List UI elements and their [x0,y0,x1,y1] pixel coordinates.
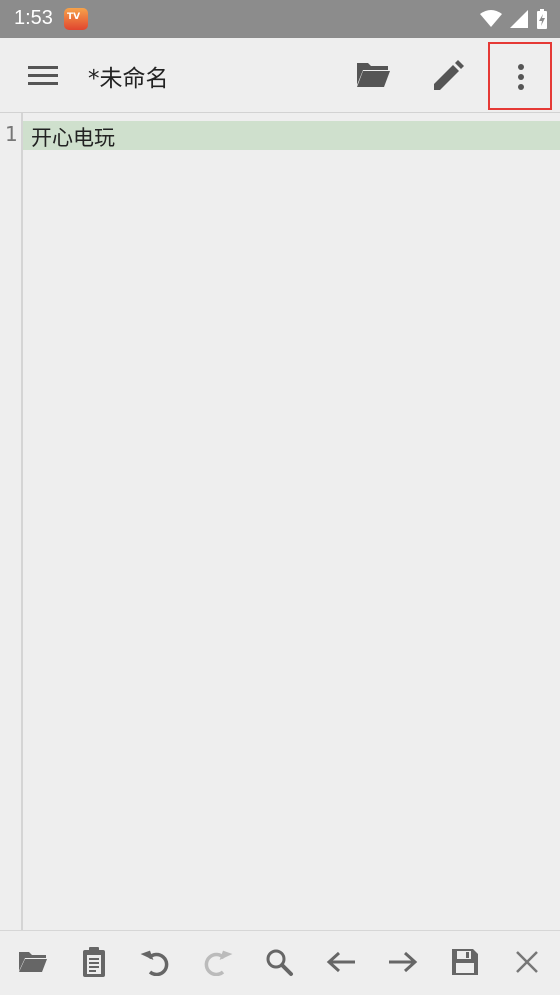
menu-icon [28,66,58,85]
search-button[interactable] [262,945,296,979]
redo-icon [204,950,233,976]
pencil-icon [434,60,464,90]
more-vert-icon [518,64,524,90]
open-file-button[interactable] [355,59,391,91]
tv-app-icon: TV [64,8,88,30]
menu-button[interactable] [28,61,60,89]
close-button[interactable] [510,945,544,979]
undo-icon [140,950,169,976]
next-button[interactable] [386,945,420,979]
edit-button[interactable] [430,58,466,92]
undo-button[interactable] [139,945,173,979]
app-badge-label: TV [67,12,81,22]
arrow-left-icon [326,951,355,973]
more-options-button[interactable] [488,42,552,110]
signal-icon [510,10,528,28]
folder-icon [19,952,47,972]
app-toolbar: *未命名 [0,38,560,113]
text-editor[interactable]: 1 开心电玩 [0,113,560,930]
search-icon [266,949,293,976]
save-button[interactable] [448,945,482,979]
save-icon [452,949,478,975]
close-icon [516,951,538,973]
status-bar: 1:53 TV [0,0,560,38]
editor-line-text[interactable]: 开心电玩 [31,122,115,152]
status-icons [480,8,548,30]
document-title: *未命名 [88,66,169,92]
line-number-gutter: 1 [0,113,23,930]
arrow-right-icon [389,951,418,973]
line-number: 1 [5,122,18,146]
clipboard-icon [83,947,105,977]
status-time: 1:53 [14,7,53,29]
battery-charging-icon [537,9,547,29]
redo-button[interactable] [200,945,234,979]
paste-button[interactable] [77,945,111,979]
bottom-toolbar [0,930,560,995]
previous-button[interactable] [324,945,358,979]
folder-open-icon [357,63,390,87]
open-folder-button[interactable] [16,945,50,979]
wifi-icon [480,10,502,27]
